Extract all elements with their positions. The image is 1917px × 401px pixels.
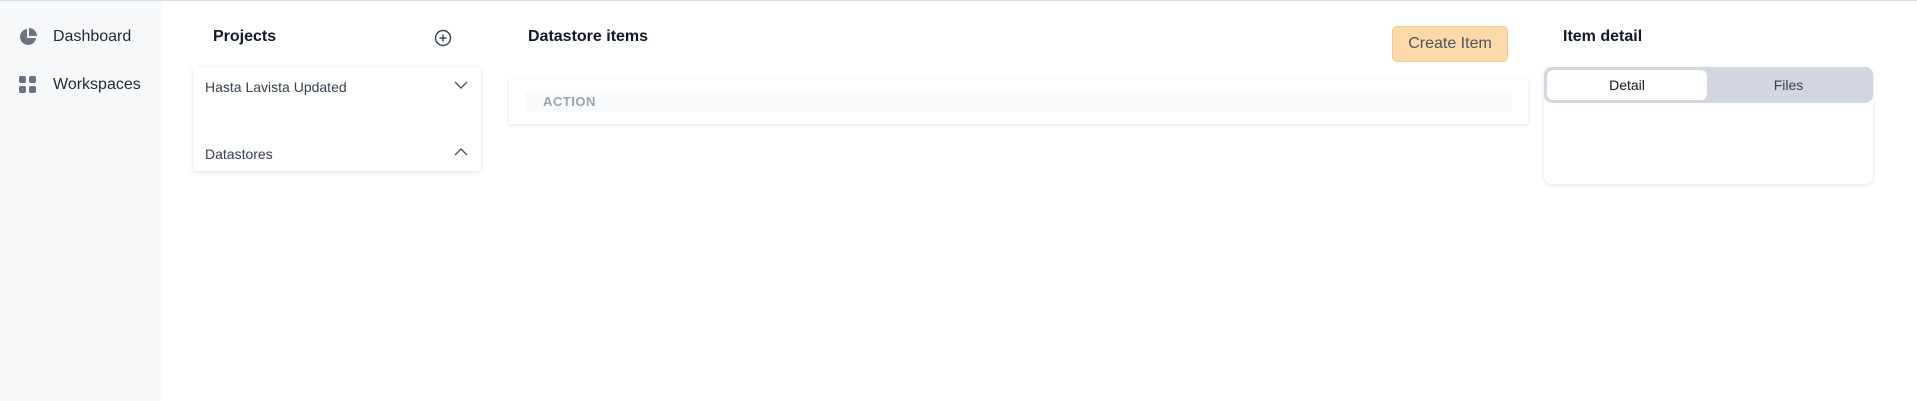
projects-title: Projects	[213, 28, 277, 45]
sidebar-item-workspaces[interactable]: Workspaces	[18, 75, 141, 95]
table-header: ACTION	[525, 91, 1512, 112]
chevron-up-icon[interactable]	[453, 144, 469, 163]
tab-files[interactable]: Files	[1707, 70, 1870, 100]
column-header-action[interactable]: ACTION	[543, 94, 596, 109]
pie-chart-icon	[18, 27, 38, 47]
datastore-items-title: Datastore items	[528, 28, 649, 45]
project-item[interactable]: Hasta Lavista Updated	[205, 77, 469, 96]
project-label: Hasta Lavista Updated	[205, 78, 347, 95]
item-detail-card: Detail Files	[1544, 67, 1873, 184]
datastores-item[interactable]: Datastores	[205, 144, 469, 163]
sidebar-item-dashboard[interactable]: Dashboard	[18, 27, 131, 47]
sidebar-item-label: Dashboard	[53, 28, 132, 45]
create-item-button[interactable]: Create Item	[1392, 26, 1508, 62]
add-circle-icon[interactable]	[434, 29, 452, 47]
chevron-down-icon[interactable]	[453, 77, 469, 96]
tab-detail[interactable]: Detail	[1547, 70, 1707, 100]
sidebar-item-label: Workspaces	[53, 76, 141, 93]
item-detail-title: Item detail	[1563, 28, 1643, 45]
app-page: Dashboard Workspaces Projects Hasta Lavi…	[0, 0, 1917, 401]
grid-icon	[18, 75, 38, 95]
item-detail-tabs: Detail Files	[1544, 67, 1873, 103]
datastore-table: ACTION	[509, 79, 1528, 124]
sidebar: Dashboard Workspaces	[0, 1, 161, 401]
datastores-label: Datastores	[205, 145, 273, 162]
projects-card: Hasta Lavista Updated Datastores	[193, 67, 481, 171]
